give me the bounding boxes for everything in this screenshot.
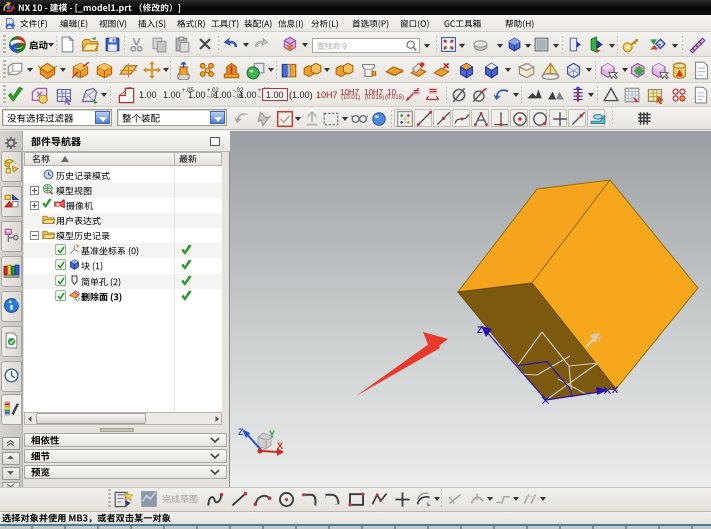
svg-text:X: X: [277, 441, 283, 451]
svg-text:Z: Z: [477, 325, 483, 335]
svg-text:Z: Z: [238, 427, 244, 437]
svg-text:Y: Y: [269, 429, 275, 439]
svg-text:Y: Y: [597, 335, 603, 344]
svg-text:X: X: [612, 385, 618, 395]
